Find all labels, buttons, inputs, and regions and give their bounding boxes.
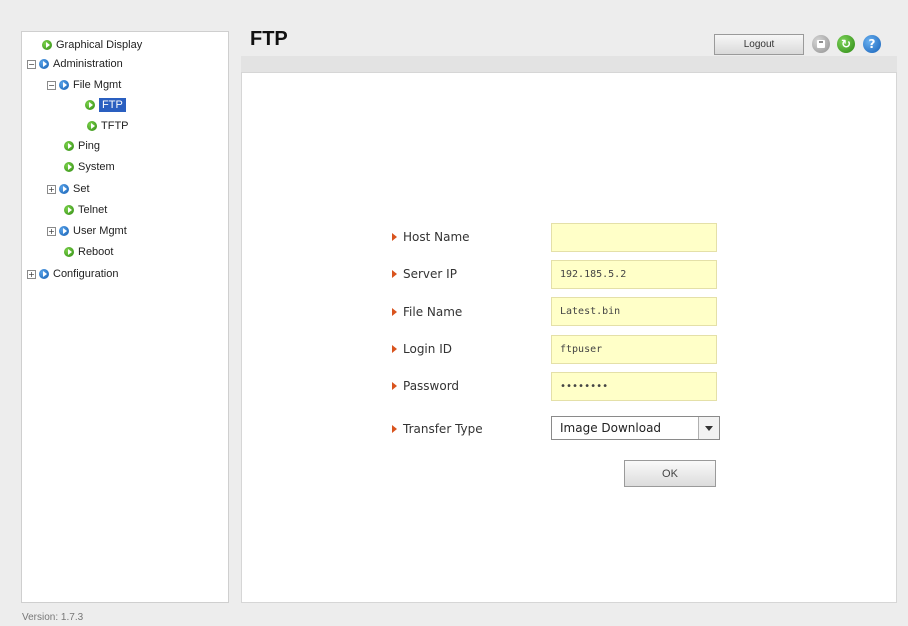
tree-item-label: User Mgmt — [73, 225, 127, 237]
tree-item-ping[interactable]: Ping — [64, 137, 100, 155]
tree-item-file-mgmt[interactable]: − File Mgmt — [47, 76, 121, 94]
bullet-arrow-icon — [392, 233, 397, 241]
bullet-icon — [42, 40, 52, 50]
bullet-arrow-icon — [392, 308, 397, 316]
host-name-input[interactable] — [551, 223, 717, 252]
bullet-icon — [87, 121, 97, 131]
bullet-arrow-icon — [392, 345, 397, 353]
tree-item-label: Configuration — [53, 268, 119, 280]
file-name-input[interactable] — [551, 297, 717, 326]
chevron-down-icon — [705, 425, 713, 431]
tree-item-label: Graphical Display — [56, 39, 143, 51]
bullet-icon — [64, 141, 74, 151]
bullet-arrow-icon — [392, 270, 397, 278]
tree-item-label: Set — [73, 183, 90, 195]
tree-item-label: File Mgmt — [73, 79, 122, 91]
host-name-label: Host Name — [392, 229, 470, 245]
transfer-type-value: Image Download — [560, 421, 662, 435]
bullet-icon — [64, 247, 74, 257]
bullet-arrow-icon — [392, 382, 397, 390]
tree-item-system[interactable]: System — [64, 158, 115, 176]
expand-icon[interactable]: + — [47, 226, 56, 236]
tree-item-graphical-display[interactable]: Graphical Display — [42, 36, 142, 54]
tree-item-label: TFTP — [101, 120, 129, 132]
transfer-type-select[interactable]: Image Download — [551, 416, 720, 440]
bullet-icon — [64, 205, 74, 215]
tree-item-telnet[interactable]: Telnet — [64, 201, 107, 219]
tree-item-tftp[interactable]: TFTP — [87, 117, 129, 135]
logout-button[interactable]: Logout — [714, 34, 804, 55]
dropdown-button[interactable] — [698, 417, 719, 439]
navigation-tree: Graphical Display − Administration − Fil… — [21, 31, 229, 603]
file-name-label: File Name — [392, 304, 462, 320]
login-id-input[interactable] — [551, 335, 717, 364]
bullet-icon — [59, 184, 69, 194]
expand-icon[interactable]: + — [47, 184, 56, 194]
bullet-icon — [85, 100, 95, 110]
version-label: Version: 1.7.3 — [22, 612, 84, 623]
tree-item-reboot[interactable]: Reboot — [64, 243, 113, 261]
tree-item-ftp[interactable]: FTP — [85, 96, 126, 114]
bullet-icon — [64, 162, 74, 172]
bullet-icon — [39, 269, 49, 279]
tree-item-label: Ping — [78, 140, 101, 152]
bullet-arrow-icon — [392, 425, 397, 433]
tree-item-administration[interactable]: − Administration — [27, 55, 123, 73]
tree-item-label: System — [78, 161, 115, 173]
password-label: Password — [392, 378, 459, 394]
tree-item-set[interactable]: + Set — [47, 180, 90, 198]
refresh-icon[interactable]: ↻ — [837, 35, 855, 53]
password-input[interactable] — [551, 372, 717, 401]
bullet-icon — [59, 80, 69, 90]
tree-item-configuration[interactable]: + Configuration — [27, 265, 118, 283]
bullet-icon — [59, 226, 69, 236]
tree-item-label: Reboot — [78, 246, 114, 258]
transfer-type-label: Transfer Type — [392, 421, 483, 437]
login-id-label: Login ID — [392, 341, 452, 357]
help-icon[interactable]: ? — [863, 35, 881, 53]
ok-button[interactable]: OK — [624, 460, 716, 487]
page-title: FTP — [250, 28, 288, 50]
server-ip-input[interactable] — [551, 260, 717, 289]
tree-item-label: FTP — [99, 98, 126, 112]
save-icon[interactable] — [812, 35, 830, 53]
tree-item-user-mgmt[interactable]: + User Mgmt — [47, 222, 127, 240]
collapse-icon[interactable]: − — [47, 80, 56, 90]
collapse-icon[interactable]: − — [27, 59, 36, 69]
content-header-bar — [241, 56, 897, 72]
bullet-icon — [39, 59, 49, 69]
server-ip-label: Server IP — [392, 266, 457, 282]
expand-icon[interactable]: + — [27, 269, 36, 279]
tree-item-label: Administration — [53, 58, 123, 70]
tree-item-label: Telnet — [78, 204, 108, 216]
